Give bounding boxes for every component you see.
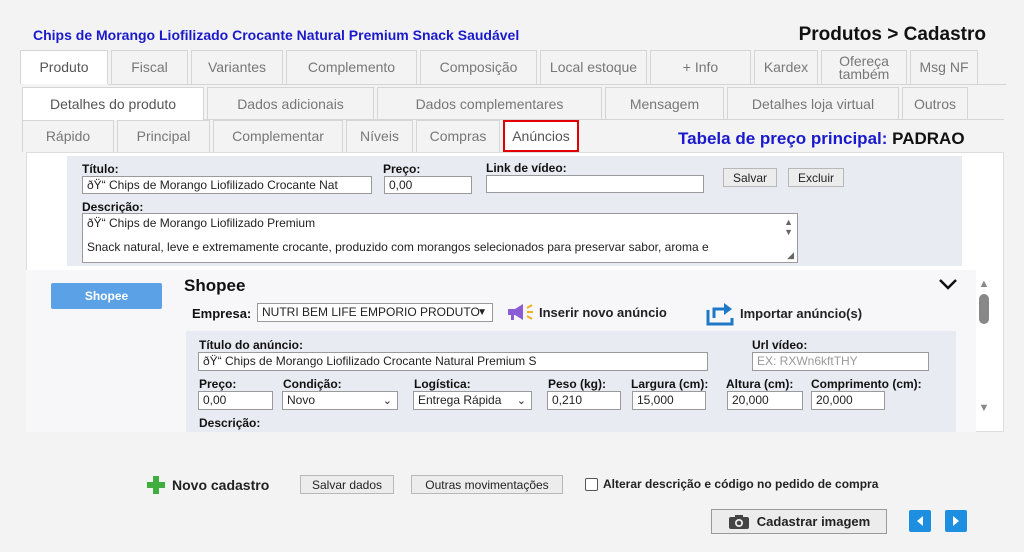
logistica-label: Logística: bbox=[414, 377, 471, 391]
logistica-value: Entrega Rápida bbox=[418, 393, 502, 407]
inserir-anuncio-button[interactable]: Inserir novo anúncio bbox=[505, 302, 667, 322]
preco-input[interactable]: 0,00 bbox=[384, 176, 472, 194]
tab-composicao[interactable]: Composição bbox=[420, 50, 537, 84]
sub-tab-bar: Detalhes do produto Dados adicionais Dad… bbox=[22, 87, 971, 120]
condicao-value: Novo bbox=[287, 393, 316, 407]
salvar-dados-button[interactable]: Salvar dados bbox=[300, 475, 394, 494]
peso-label: Peso (kg): bbox=[548, 377, 607, 391]
tab-rapido[interactable]: Rápido bbox=[22, 120, 114, 152]
scroll-thumb[interactable] bbox=[979, 294, 989, 324]
tab-complemento[interactable]: Complemento bbox=[286, 50, 417, 84]
arrow-right-icon[interactable] bbox=[945, 510, 967, 532]
url-video-input[interactable]: EX: RXWn6kftTHY bbox=[752, 352, 929, 371]
tab-outros[interactable]: Outros bbox=[902, 87, 968, 120]
importar-anuncio-label: Importar anúncio(s) bbox=[740, 305, 863, 321]
excluir-button[interactable]: Excluir bbox=[788, 168, 844, 187]
tab-ofereca-tambem[interactable]: Ofereça também bbox=[821, 50, 907, 84]
scroll-down-icon[interactable]: ▼ bbox=[978, 402, 990, 414]
peso-input[interactable]: 0,210 bbox=[547, 391, 621, 410]
altura-input[interactable]: 20,000 bbox=[727, 391, 803, 410]
novo-cadastro-button[interactable]: Novo cadastro bbox=[145, 474, 269, 496]
resize-handle-icon[interactable]: ◢ bbox=[787, 250, 794, 261]
price-table-value: PADRAO bbox=[892, 129, 965, 148]
tab-detalhes-loja-virtual[interactable]: Detalhes loja virtual bbox=[727, 87, 899, 120]
tab-mensagem[interactable]: Mensagem bbox=[605, 87, 724, 120]
ad-descricao-label: Descrição: bbox=[199, 416, 261, 430]
tab-produto[interactable]: Produto bbox=[20, 50, 108, 84]
tab-principal[interactable]: Principal bbox=[117, 120, 210, 152]
ad-title-label: Título do anúncio: bbox=[199, 338, 303, 352]
condicao-select[interactable]: Novo ⌄ bbox=[282, 391, 398, 410]
import-icon bbox=[706, 303, 734, 326]
alterar-descricao-label: Alterar descrição e código no pedido de … bbox=[603, 477, 879, 491]
arrow-left-icon[interactable] bbox=[909, 510, 931, 532]
detail-tab-bar: Rápido Principal Complementar Níveis Com… bbox=[22, 120, 582, 152]
tab-variantes[interactable]: Variantes bbox=[191, 50, 283, 84]
descricao-line-1: ðŸ“ Chips de Morango Liofilizado Premium bbox=[87, 216, 316, 230]
cadastrar-imagem-label: Cadastrar imagem bbox=[756, 514, 871, 529]
alterar-descricao-checkbox-row[interactable]: Alterar descrição e código no pedido de … bbox=[585, 477, 878, 491]
comprimento-label: Comprimento (cm): bbox=[811, 377, 922, 391]
inserir-anuncio-label: Inserir novo anúncio bbox=[539, 304, 667, 320]
tab-niveis[interactable]: Níveis bbox=[346, 120, 413, 152]
video-input[interactable] bbox=[486, 175, 704, 193]
scroll-up-icon[interactable]: ▲ bbox=[978, 278, 990, 290]
tab-complementar[interactable]: Complementar bbox=[213, 120, 343, 152]
product-title: Chips de Morango Liofilizado Crocante Na… bbox=[33, 27, 520, 43]
altura-label: Altura (cm): bbox=[726, 377, 794, 391]
outras-movimentacoes-button[interactable]: Outras movimentações bbox=[411, 475, 563, 494]
tab-detalhes-produto[interactable]: Detalhes do produto bbox=[22, 87, 204, 120]
url-video-label: Url vídeo: bbox=[752, 338, 808, 352]
empresa-select[interactable]: NUTRI BEM LIFE EMPORIO PRODUTO ▼ bbox=[257, 303, 493, 322]
titulo-label: Título: bbox=[82, 162, 119, 176]
tab-dados-adicionais[interactable]: Dados adicionais bbox=[207, 87, 374, 120]
descricao-label: Descrição: bbox=[82, 200, 144, 214]
price-table-label: Tabela de preço principal: bbox=[678, 129, 888, 148]
tab-fiscal[interactable]: Fiscal bbox=[111, 50, 188, 84]
preco-label: Preço: bbox=[383, 162, 421, 176]
video-label: Link de vídeo: bbox=[486, 161, 567, 175]
tab-dados-complementares[interactable]: Dados complementares bbox=[377, 87, 602, 120]
cadastrar-imagem-button[interactable]: Cadastrar imagem bbox=[711, 509, 887, 534]
alterar-descricao-checkbox[interactable] bbox=[585, 477, 598, 491]
comprimento-input[interactable]: 20,000 bbox=[811, 391, 885, 410]
empresa-label: Empresa: bbox=[192, 306, 252, 321]
condicao-label: Condição: bbox=[283, 377, 342, 391]
textarea-scroll-arrows[interactable]: ▲ ▼ bbox=[784, 217, 793, 237]
marketplace-title: Shopee bbox=[184, 276, 246, 295]
tab-anuncios[interactable]: Anúncios bbox=[503, 120, 579, 152]
ad-preco-input[interactable]: 0,00 bbox=[198, 391, 273, 410]
descricao-line-2: Snack natural, leve e extremamente croca… bbox=[87, 240, 709, 254]
marketplace-scrollbar[interactable]: ▲ ▼ bbox=[978, 278, 990, 423]
tab-local-estoque[interactable]: Local estoque bbox=[540, 50, 647, 84]
titulo-input[interactable]: ðŸ“ Chips de Morango Liofilizado Crocant… bbox=[82, 176, 372, 194]
tab-kardex[interactable]: Kardex bbox=[754, 50, 818, 84]
chevron-down-icon: ⌄ bbox=[516, 395, 526, 407]
tab-mais-info[interactable]: + Info bbox=[650, 50, 751, 84]
ad-preco-label: Preço: bbox=[199, 377, 237, 391]
tab-msg-nf[interactable]: Msg NF bbox=[910, 50, 978, 84]
descricao-textarea[interactable]: ðŸ“ Chips de Morango Liofilizado Premium… bbox=[82, 213, 798, 263]
largura-input[interactable]: 15,000 bbox=[632, 391, 706, 410]
chevron-down-icon: ▼ bbox=[477, 307, 487, 318]
main-tab-bar: Produto Fiscal Variantes Complemento Com… bbox=[20, 50, 981, 84]
empresa-value: NUTRI BEM LIFE EMPORIO PRODUTO bbox=[262, 305, 480, 319]
logistica-select[interactable]: Entrega Rápida ⌄ bbox=[413, 391, 532, 410]
megaphone-icon bbox=[508, 304, 533, 320]
camera-icon bbox=[728, 514, 749, 529]
tab-compras[interactable]: Compras bbox=[416, 120, 500, 152]
chevron-down-icon[interactable] bbox=[938, 277, 958, 294]
price-table-indicator: Tabela de preço principal: PADRAO bbox=[678, 129, 965, 149]
breadcrumb: Produtos > Cadastro bbox=[798, 24, 986, 45]
shopee-button[interactable]: Shopee bbox=[51, 283, 162, 309]
salvar-button[interactable]: Salvar bbox=[723, 168, 777, 187]
plus-icon bbox=[147, 476, 165, 494]
ad-title-input[interactable]: ðŸ“ Chips de Morango Liofilizado Crocant… bbox=[198, 352, 708, 371]
largura-label: Largura (cm): bbox=[631, 377, 709, 391]
importar-anuncio-button[interactable]: Importar anúncio(s) bbox=[706, 300, 862, 326]
chevron-down-icon: ⌄ bbox=[382, 395, 392, 407]
novo-cadastro-label: Novo cadastro bbox=[172, 477, 270, 493]
